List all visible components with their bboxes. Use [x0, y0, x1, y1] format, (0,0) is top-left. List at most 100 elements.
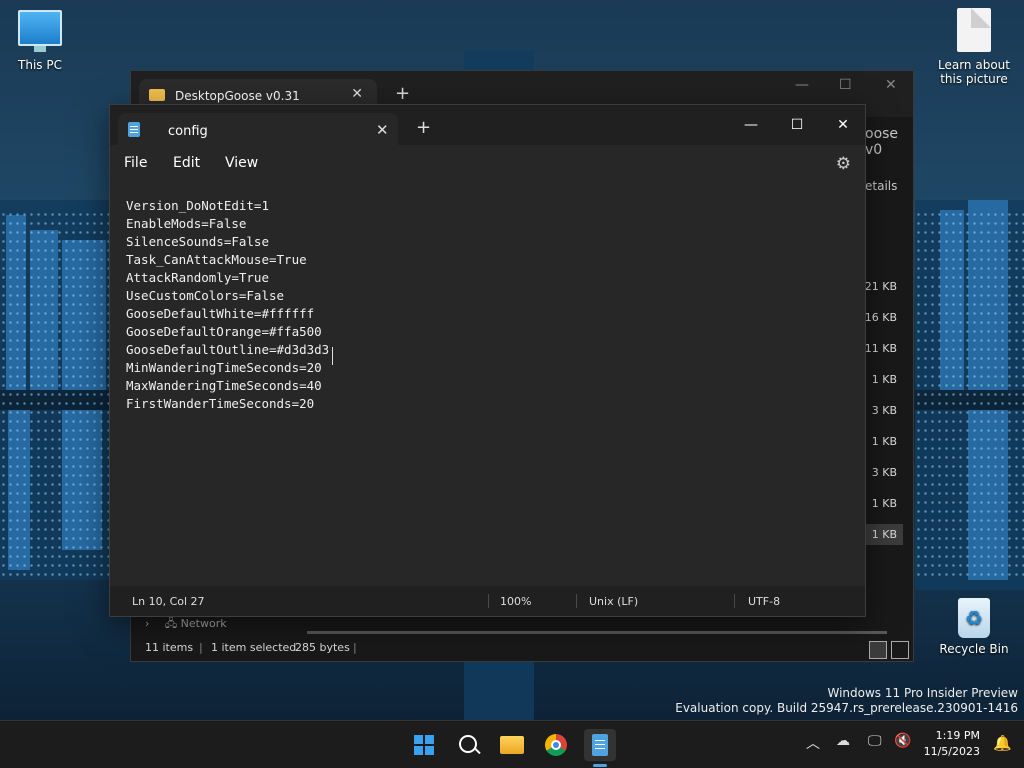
horizontal-scrollbar[interactable]	[307, 631, 887, 634]
watermark-line: Evaluation copy. Build 25947.rs_prerelea…	[675, 701, 1018, 715]
details-button[interactable]: etails	[865, 179, 897, 193]
file-size: 16 KB	[864, 311, 897, 324]
new-tab-icon[interactable]: +	[416, 119, 431, 137]
file-size: 1 KB	[871, 497, 897, 510]
status-separator: |	[353, 641, 357, 654]
minimize-icon[interactable]: —	[728, 111, 774, 139]
network-icon[interactable]: 🖵	[868, 733, 882, 749]
editor-line: MaxWanderingTimeSeconds=40	[126, 378, 322, 393]
desktop-icon-recycle-bin[interactable]: ♻ Recycle Bin	[934, 598, 1014, 656]
file-size: 3 KB	[871, 466, 897, 479]
menu-edit[interactable]: Edit	[173, 155, 200, 171]
explorer-statusbar: 11 items | 1 item selected 285 bytes |	[131, 635, 913, 661]
editor-line: AttackRandomly=True	[126, 270, 269, 285]
editor-line: SilenceSounds=False	[126, 234, 269, 249]
search-icon	[459, 735, 477, 753]
selected-size: 285 bytes	[295, 641, 350, 654]
editor-line: FirstWanderTimeSeconds=20	[126, 396, 315, 411]
editor-content: Version_DoNotEdit=1 EnableMods=False Sil…	[126, 197, 329, 413]
settings-gear-icon[interactable]: ⚙	[836, 154, 851, 174]
line-ending[interactable]: Unix (LF)	[589, 595, 638, 608]
computer-icon	[18, 10, 62, 52]
desktop-icon-label: Recycle Bin	[939, 642, 1009, 656]
nav-item-network[interactable]: › 🖧 Network	[145, 615, 227, 634]
notepad-window[interactable]: config ✕ + — ☐ ✕ File Edit View ⚙ Versio…	[109, 104, 866, 617]
network-icon: 🖧	[164, 617, 178, 630]
clock-date: 11/5/2023	[923, 745, 980, 758]
notepad-statusbar: Ln 10, Col 27 100% Unix (LF) UTF-8	[110, 586, 865, 616]
minimize-icon[interactable]: —	[795, 77, 809, 93]
status-divider	[734, 594, 735, 608]
chevron-up-icon[interactable]: ︿	[806, 733, 820, 753]
document-icon	[957, 8, 991, 52]
status-divider	[488, 594, 489, 608]
new-tab-icon[interactable]: +	[395, 83, 410, 104]
editor-line: UseCustomColors=False	[126, 288, 285, 303]
editor-line: GooseDefaultWhite=#ffffff	[126, 306, 315, 321]
windows-watermark: Windows 11 Pro Insider Preview Evaluatio…	[675, 686, 1018, 716]
recycle-bin-icon: ♻	[958, 598, 990, 638]
folder-icon	[149, 89, 165, 101]
maximize-icon[interactable]: ☐	[774, 111, 820, 139]
editor-line: Task_CanAttackMouse=True	[126, 252, 307, 267]
status-divider	[576, 594, 577, 608]
details-view-icon[interactable]	[869, 641, 887, 659]
volume-muted-icon[interactable]: 🔇	[894, 733, 911, 749]
watermark-line: Windows 11 Pro Insider Preview	[827, 686, 1018, 700]
taskbar: ︿ ☁ 🖵 🔇 1:19 PM 11/5/2023 🔔	[0, 720, 1024, 768]
editor-line: GooseDefaultOrange=#ffa500	[126, 324, 322, 339]
file-explorer-icon	[500, 736, 524, 754]
nav-item-label: Network	[180, 617, 227, 630]
maximize-icon[interactable]: ☐	[839, 77, 852, 93]
desktop-icon-label: Learn about this picture	[938, 58, 1010, 86]
search-button[interactable]	[452, 729, 484, 761]
chrome-icon	[545, 734, 567, 756]
desktop-icon-this-pc[interactable]: This PC	[0, 10, 80, 72]
windows-start-icon	[414, 735, 434, 755]
editor-line: MinWanderingTimeSeconds=20	[126, 360, 322, 375]
close-tab-icon[interactable]: ✕	[376, 121, 389, 139]
editor-line: Version_DoNotEdit=1	[126, 198, 269, 213]
encoding[interactable]: UTF-8	[748, 595, 780, 608]
file-size: 3 KB	[871, 404, 897, 417]
status-separator: |	[199, 641, 203, 654]
explorer-tab-label: DesktopGoose v0.31	[175, 89, 300, 103]
item-count: 11 items	[145, 641, 194, 654]
notepad-taskbar-button[interactable]	[584, 729, 616, 767]
clock[interactable]: 1:19 PM 11/5/2023	[924, 728, 980, 760]
chevron-right-icon: ›	[145, 617, 150, 630]
notepad-icon	[592, 734, 608, 756]
chrome-button[interactable]	[540, 729, 572, 761]
menu-file[interactable]: File	[124, 155, 147, 171]
notification-bell-icon[interactable]: 🔔	[993, 734, 1012, 752]
file-size: 11 KB	[864, 342, 897, 355]
file-size: 1 KB	[871, 435, 897, 448]
notepad-tab[interactable]: config ✕	[118, 113, 398, 145]
close-icon[interactable]: ✕	[820, 111, 866, 139]
file-size-selected[interactable]: 1 KB	[865, 524, 903, 545]
start-button[interactable]	[408, 729, 440, 761]
zoom-level[interactable]: 100%	[500, 595, 531, 608]
active-indicator	[593, 764, 607, 767]
explorer-address-text: oose v0	[865, 126, 899, 158]
file-size: 1 KB	[871, 373, 897, 386]
text-cursor	[332, 347, 333, 365]
tiles-view-icon[interactable]	[891, 641, 909, 659]
selected-count: 1 item selected	[211, 641, 297, 654]
close-icon[interactable]: ✕	[885, 77, 897, 93]
onedrive-offline-icon[interactable]: ☁	[836, 733, 850, 749]
cursor-position: Ln 10, Col 27	[132, 595, 205, 608]
text-editor[interactable]: Version_DoNotEdit=1 EnableMods=False Sil…	[110, 183, 865, 585]
file-explorer-button[interactable]	[496, 729, 528, 761]
menu-bar: File Edit View ⚙	[110, 145, 865, 183]
menu-view[interactable]: View	[225, 155, 258, 171]
editor-line: GooseDefaultOutline=#d3d3d3	[126, 342, 330, 357]
clock-time: 1:19 PM	[935, 729, 980, 742]
desktop-icon-label: This PC	[18, 58, 62, 72]
editor-line: EnableMods=False	[126, 216, 247, 231]
notepad-titlebar: config ✕ + — ☐ ✕	[110, 105, 865, 145]
notepad-tab-label: config	[168, 124, 208, 139]
desktop-icon-learn-about-picture[interactable]: Learn about this picture	[934, 8, 1014, 86]
notepad-icon	[128, 122, 140, 137]
close-tab-icon[interactable]: ✕	[351, 86, 363, 102]
